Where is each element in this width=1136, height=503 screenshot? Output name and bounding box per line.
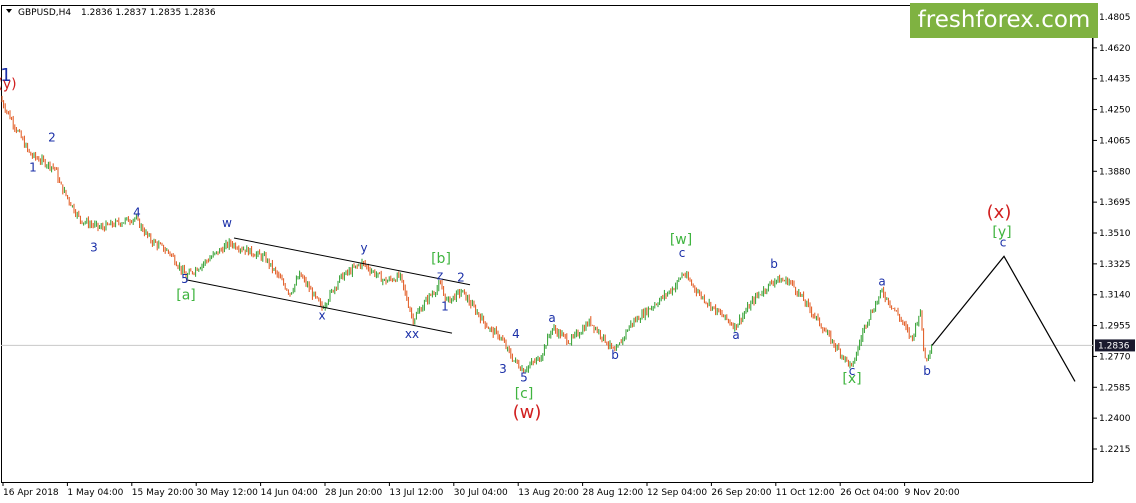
time-tick-label: 14 Jun 04:00 xyxy=(261,488,318,498)
price-tick-label: 1.3510 xyxy=(1099,229,1131,239)
wave-label: b xyxy=(611,348,619,362)
wave-label: a xyxy=(732,328,739,342)
price-tick-label: 1.2400 xyxy=(1099,414,1131,424)
wave-labels: 1(y)2143w5[a]yx[b]z21xx435[c](w)ab[w]cab… xyxy=(0,65,1012,423)
wave-label: [c] xyxy=(515,386,534,402)
time-tick-label: 9 Nov 20:00 xyxy=(905,488,960,498)
wave-label: (x) xyxy=(987,202,1012,223)
wave-label: 4 xyxy=(133,205,141,219)
time-axis: 16 Apr 2018 1 May 04:00 15 May 20:00 30 May… xyxy=(2,482,960,498)
price-chart[interactable]: GBPUSD,H4 1.2836 1.2837 1.2835 1.2836 1 (… xyxy=(0,0,1136,503)
wave-label: [b] xyxy=(431,251,451,267)
wave-label: w xyxy=(222,216,232,230)
wave-label: 5 xyxy=(520,370,528,384)
price-tick-label: 1.4435 xyxy=(1099,75,1131,85)
price-tick-label: 1.3325 xyxy=(1099,260,1131,270)
channel-line[interactable] xyxy=(185,279,453,334)
channel-lines xyxy=(185,237,471,334)
price-tick-label: 1.4250 xyxy=(1099,106,1131,116)
price-tick-label: 1.4065 xyxy=(1099,136,1131,146)
wave-label: (y) xyxy=(0,77,17,93)
price-tick-label: 1.2585 xyxy=(1099,383,1131,393)
wave-label: b xyxy=(770,257,778,271)
projection-path xyxy=(931,255,1076,382)
price-tick-label: 1.3140 xyxy=(1099,291,1131,301)
price-tick-label: 1.3695 xyxy=(1099,198,1131,208)
time-tick-label: 12 Sep 04:00 xyxy=(647,488,707,498)
time-tick-label: 26 Sep 20:00 xyxy=(711,488,771,498)
time-tick-label: 13 Jul 12:00 xyxy=(389,488,443,498)
time-tick-label: 1 May 04:00 xyxy=(67,488,123,498)
wave-label: xx xyxy=(405,327,419,341)
wave-label: y xyxy=(360,241,367,255)
wave-label: a xyxy=(878,275,885,289)
time-tick-label: 26 Oct 04:00 xyxy=(840,488,899,498)
wave-label: c xyxy=(679,246,686,260)
wave-label: 2 xyxy=(457,270,465,284)
time-tick-label: 13 Aug 20:00 xyxy=(518,488,579,498)
time-tick-label: 11 Oct 12:00 xyxy=(776,488,835,498)
wave-label: x xyxy=(318,309,325,323)
price-tick-label: 1.2770 xyxy=(1099,352,1131,362)
wave-label: 1 xyxy=(29,160,37,174)
price-tick-label: 1.2215 xyxy=(1099,445,1131,455)
price-tick-label: 1.3880 xyxy=(1099,167,1131,177)
price-axis: 1.4805 1.4620 1.4435 1.4250 1.4065 1.3880 1.36… xyxy=(1093,13,1131,455)
wave-label: a xyxy=(548,311,555,325)
wave-label: 5 xyxy=(181,272,189,286)
wave-label: b xyxy=(923,364,931,378)
candles-group xyxy=(1,95,933,373)
wave-label: z xyxy=(437,269,443,283)
time-tick-label: 28 Aug 12:00 xyxy=(583,488,644,498)
time-tick-label: 30 May 12:00 xyxy=(196,488,258,498)
plot-border xyxy=(1,5,1093,483)
time-tick-label: 30 Jul 04:00 xyxy=(454,488,508,498)
price-tick-label: 1.2955 xyxy=(1099,322,1131,332)
brand-logo[interactable]: freshforex.com xyxy=(910,3,1098,38)
wave-label: (w) xyxy=(513,402,542,423)
wave-label: [a] xyxy=(176,288,196,304)
wave-label: 3 xyxy=(90,240,98,254)
current-price-label: 1.2836 xyxy=(1098,341,1130,351)
chart-ohlc: 1.2836 1.2837 1.2835 1.2836 xyxy=(81,8,216,18)
wave-label: 3 xyxy=(499,362,507,376)
time-tick-label: 28 Jun 20:00 xyxy=(325,488,382,498)
wave-label: 1 xyxy=(441,300,449,314)
brand-logo-text: freshforex.com xyxy=(917,7,1091,33)
chart-symbol: GBPUSD,H4 xyxy=(18,8,71,18)
wave-label: 2 xyxy=(48,130,56,144)
dropdown-triangle-icon[interactable] xyxy=(6,9,12,13)
wave-label: c xyxy=(1000,235,1007,249)
wave-label: [x] xyxy=(842,371,861,387)
time-tick-label: 16 Apr 2018 xyxy=(3,488,59,498)
wave-label: 4 xyxy=(512,327,520,341)
price-tick-label: 1.4620 xyxy=(1099,44,1131,54)
time-tick-label: 15 May 20:00 xyxy=(132,488,194,498)
price-tick-label: 1.4805 xyxy=(1099,13,1131,23)
